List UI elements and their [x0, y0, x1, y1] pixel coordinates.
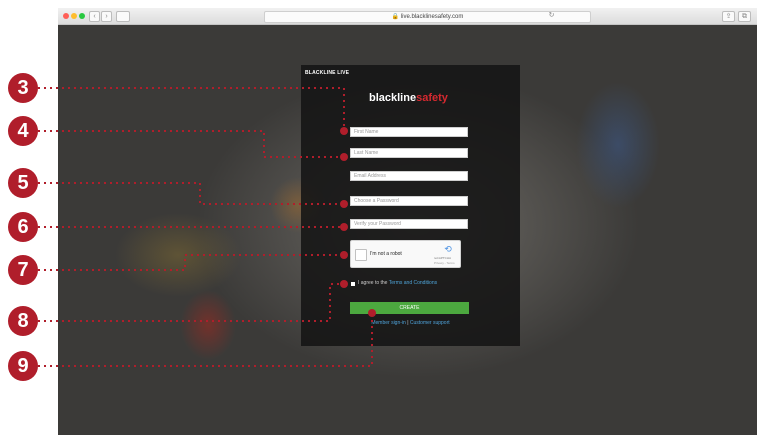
- callout-leader-lines: [38, 87, 373, 367]
- callout-9-anchor: [368, 309, 376, 317]
- callout-7: 7: [8, 255, 38, 285]
- callout-5: 5: [8, 168, 38, 198]
- callout-6-anchor: [340, 223, 348, 231]
- callout-5-anchor: [340, 200, 348, 208]
- callout-4: 4: [8, 116, 38, 146]
- callout-3: 3: [8, 73, 38, 103]
- callout-8: 8: [8, 306, 38, 336]
- callout-4-anchor: [340, 153, 348, 161]
- callout-6: 6: [8, 212, 38, 242]
- callout-8-anchor: [340, 280, 348, 288]
- callout-9: 9: [8, 351, 38, 381]
- callout-3-anchor: [340, 127, 348, 135]
- callout-7-anchor: [340, 251, 348, 259]
